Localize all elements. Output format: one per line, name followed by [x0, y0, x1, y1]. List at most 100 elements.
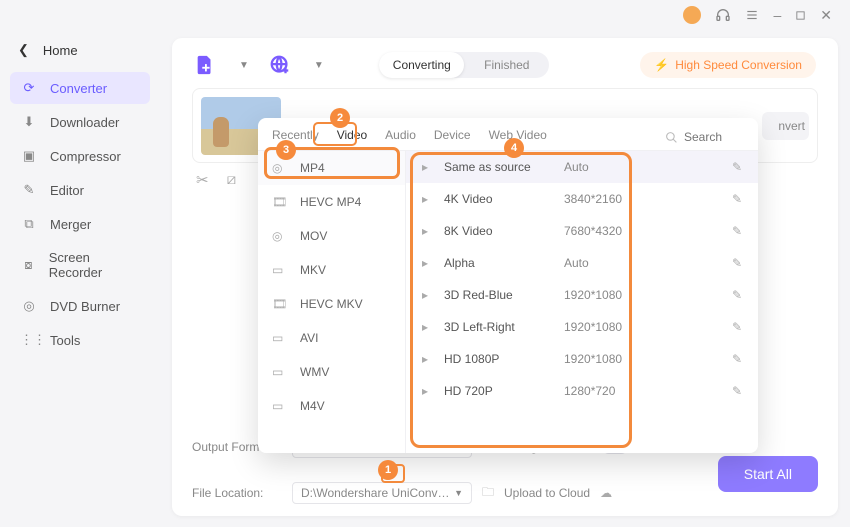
add-url-button[interactable]: [269, 54, 291, 76]
high-speed-label: High Speed Conversion: [675, 58, 802, 72]
edit-icon[interactable]: ✎: [732, 224, 742, 238]
search-input[interactable]: [684, 130, 744, 144]
annotation-badge-3: 3: [276, 140, 296, 160]
tab-video[interactable]: Video: [337, 128, 367, 146]
chevron-down-icon[interactable]: ▼: [239, 60, 249, 71]
headset-icon[interactable]: [715, 7, 731, 23]
sidebar-item-label: Downloader: [50, 115, 119, 130]
close-icon[interactable]: ✕: [820, 7, 832, 24]
recorder-icon: ⧇: [20, 257, 37, 273]
video-icon: ▭: [272, 331, 290, 345]
format-popup: Recently Video Audio Device Web Video ◎M…: [258, 118, 758, 453]
file-location-select[interactable]: D:\Wondershare UniConverter 1 ▼: [292, 482, 472, 504]
annotation-badge-2: 2: [330, 108, 350, 128]
start-all-button[interactable]: Start All: [718, 456, 818, 492]
fmt-hevc-mp4[interactable]: 🎞HEVC MP4: [258, 185, 405, 219]
preset-8k[interactable]: ▸8K Video7680*4320✎: [406, 215, 758, 247]
edit-icon[interactable]: ✎: [732, 320, 742, 334]
sidebar: ❮ Home ⟳Converter ⬇ Downloader ▣ Compresso…: [0, 30, 160, 520]
merger-icon: ⧉: [20, 216, 38, 232]
quicktime-icon: ◎: [272, 229, 290, 243]
film-icon: 🎞: [272, 195, 290, 209]
edit-icon[interactable]: ✎: [732, 192, 742, 206]
state-toggle: Converting Finished: [379, 52, 549, 78]
upload-label: Upload to Cloud: [504, 486, 590, 500]
sidebar-item-label: Tools: [50, 333, 80, 348]
edit-icon[interactable]: ✎: [732, 160, 742, 174]
sidebar-item-dvd-burner[interactable]: ◎ DVD Burner: [10, 290, 150, 322]
sidebar-item-label: Merger: [50, 217, 91, 232]
downloader-icon: ⬇: [20, 114, 38, 130]
fmt-wmv[interactable]: ▭WMV: [258, 355, 405, 389]
preset-4k[interactable]: ▸4K Video3840*2160✎: [406, 183, 758, 215]
preset-3d-lr[interactable]: ▸3D Left-Right1920*1080✎: [406, 311, 758, 343]
converter-icon: ⟳: [20, 80, 38, 96]
sidebar-item-merger[interactable]: ⧉ Merger: [10, 208, 150, 240]
tab-device[interactable]: Device: [434, 128, 471, 146]
play-box-icon: ▸: [422, 288, 444, 302]
popup-search[interactable]: [665, 130, 744, 144]
fmt-mov[interactable]: ◎MOV: [258, 219, 405, 253]
fmt-hevc-mkv[interactable]: 🎞HEVC MKV: [258, 287, 405, 321]
dvd-icon: ◎: [20, 298, 38, 314]
maximize-icon[interactable]: [795, 10, 806, 21]
sidebar-item-tools[interactable]: ⋮⋮ Tools: [10, 324, 150, 356]
preset-alpha[interactable]: ▸AlphaAuto✎: [406, 247, 758, 279]
file-location-label: File Location:: [192, 486, 282, 500]
play-box-icon: ▸: [422, 384, 444, 398]
play-box-icon: ▸: [422, 352, 444, 366]
play-box-icon: ▸: [422, 256, 444, 270]
back-icon: ❮: [18, 42, 29, 58]
fmt-mkv[interactable]: ▭MKV: [258, 253, 405, 287]
tools-icon: ⋮⋮: [20, 332, 38, 348]
convert-button[interactable]: nvert: [762, 112, 809, 140]
play-box-icon: ▸: [422, 224, 444, 238]
menu-icon[interactable]: [745, 8, 759, 22]
high-speed-badge[interactable]: ⚡ High Speed Conversion: [640, 52, 816, 78]
sidebar-item-compressor[interactable]: ▣ Compressor: [10, 140, 150, 172]
cloud-icon[interactable]: ☁: [600, 486, 612, 500]
edit-icon[interactable]: ✎: [732, 384, 742, 398]
fmt-m4v[interactable]: ▭M4V: [258, 389, 405, 423]
window-titlebar: – ✕: [0, 0, 850, 30]
sidebar-item-label: Editor: [50, 183, 84, 198]
home-link[interactable]: ❮ Home: [10, 38, 150, 62]
preset-720p[interactable]: ▸HD 720P1280*720✎: [406, 375, 758, 407]
file-location-value: D:\Wondershare UniConverter 1: [301, 486, 454, 500]
edit-icon[interactable]: ✎: [732, 352, 742, 366]
sidebar-item-label: Compressor: [50, 149, 121, 164]
search-icon: [665, 131, 678, 144]
avatar[interactable]: [683, 6, 701, 24]
preset-3d-rb[interactable]: ▸3D Red-Blue1920*1080✎: [406, 279, 758, 311]
chevron-down-icon: ▼: [454, 488, 463, 498]
preset-same-as-source[interactable]: ▸Same as sourceAuto✎: [406, 151, 758, 183]
sidebar-item-downloader[interactable]: ⬇ Downloader: [10, 106, 150, 138]
tab-audio[interactable]: Audio: [385, 128, 416, 146]
chevron-down-icon[interactable]: ▼: [314, 60, 324, 71]
edit-icon[interactable]: ✎: [732, 256, 742, 270]
home-label: Home: [43, 43, 78, 58]
sidebar-item-label: DVD Burner: [50, 299, 120, 314]
film-icon: 🎞: [272, 297, 290, 311]
edit-icon[interactable]: ✎: [732, 288, 742, 302]
trim-icon[interactable]: ✂: [196, 171, 209, 189]
sidebar-item-converter[interactable]: ⟳Converter: [10, 72, 150, 104]
tab-finished[interactable]: Finished: [464, 52, 549, 78]
video-icon: ▭: [272, 263, 290, 277]
fmt-avi[interactable]: ▭AVI: [258, 321, 405, 355]
minimize-icon[interactable]: –: [773, 7, 781, 23]
target-icon: ◎: [272, 161, 290, 175]
open-folder-icon[interactable]: 🗀: [482, 483, 494, 504]
compressor-icon: ▣: [20, 148, 38, 164]
crop-icon[interactable]: ⧄: [227, 171, 237, 189]
play-box-icon: ▸: [422, 160, 444, 174]
sidebar-item-editor[interactable]: ✎Editor: [10, 174, 150, 206]
play-box-icon: ▸: [422, 192, 444, 206]
preset-1080p[interactable]: ▸HD 1080P1920*1080✎: [406, 343, 758, 375]
toolbar: ▼ ▼ Converting Finished ⚡ High Speed Con…: [172, 38, 838, 88]
sidebar-item-label: Screen Recorder: [49, 250, 140, 280]
play-box-icon: ▸: [422, 320, 444, 334]
tab-converting[interactable]: Converting: [379, 52, 464, 78]
sidebar-item-screen-recorder[interactable]: ⧇ Screen Recorder: [10, 242, 150, 288]
add-file-button[interactable]: [194, 54, 216, 76]
